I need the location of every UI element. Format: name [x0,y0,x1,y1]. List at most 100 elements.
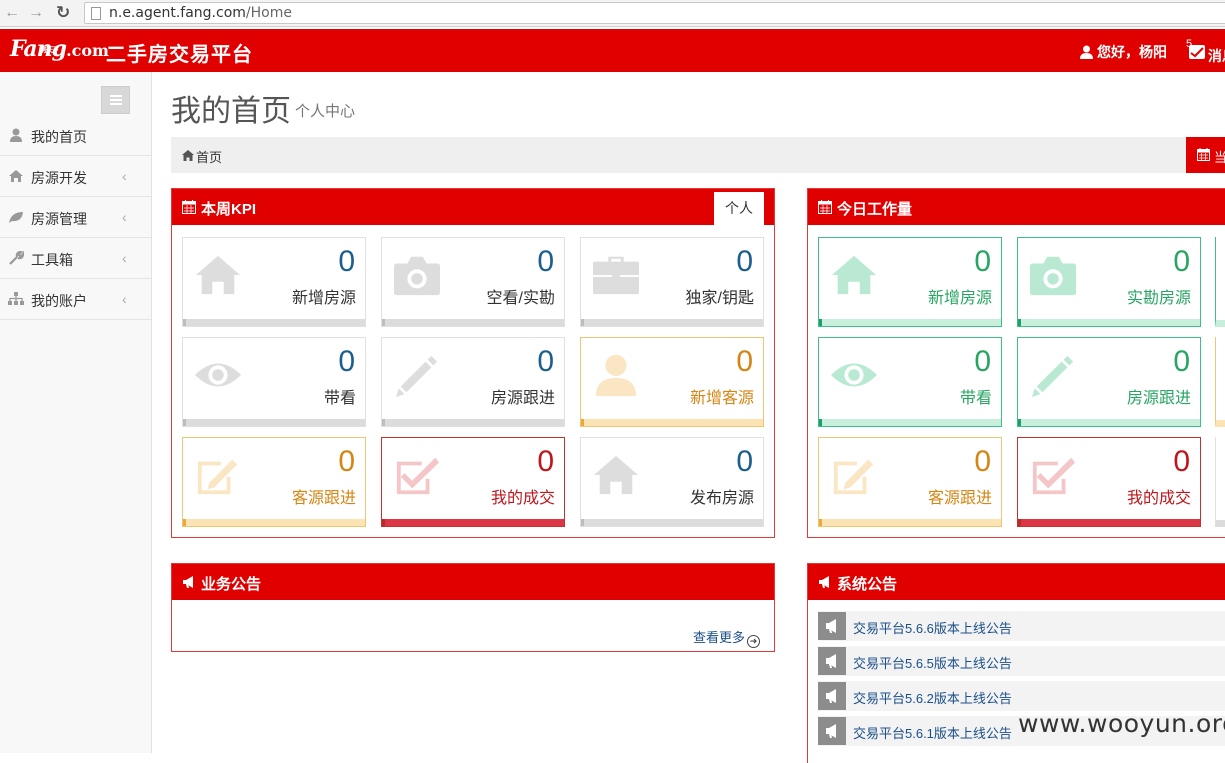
home-icon [195,255,241,295]
tile-label: 房源跟进 [1126,390,1191,407]
kpi-tile[interactable]: 0 我的成交 [381,437,565,527]
today-workload-panel: 今日工作量 0 新增房源 0 实勘房源 0 带看 0 房源跟进 0 客源跟进 0 我的成交 [807,188,1225,538]
notice-link[interactable]: 交易平台5.6.6版本上线公告 [853,618,1012,637]
kpi-tile[interactable]: 0 新增房源 [818,237,1002,327]
tile-progress-bar [819,419,1001,426]
tile-value: 0 [974,245,991,278]
tile-progress-bar [382,419,564,426]
page-title: 我的首页 [171,95,291,128]
home-icon [9,170,23,182]
sidebar-item-listing-management[interactable]: 房源管理 ‹ [0,197,151,238]
pencil-icon [395,355,438,398]
tile-label: 房源跟进 [490,390,555,407]
user-icon [1080,45,1093,59]
back-arrow-icon[interactable]: ← [4,3,20,23]
tile-label: 实勘房源 [1126,290,1191,307]
today-panel-header: 今日工作量 [808,189,1225,225]
kpi-tile[interactable]: 0 房源跟进 [1017,337,1201,427]
tile-label: 新增房源 [927,290,992,307]
notice-link[interactable]: 交易平台5.6.2版本上线公告 [853,688,1012,707]
home-icon [182,150,194,161]
tile-progress-bar [819,319,1001,326]
tile-label: 独家/钥匙 [685,290,754,307]
edit-icon [833,459,874,495]
kpi-tile[interactable]: 0 带看 [182,337,366,427]
today-panel-title: 今日工作量 [837,201,913,218]
leaf-icon [9,212,23,223]
tile-label: 新增客源 [689,390,754,407]
tile-label: 空看/实勘 [486,290,555,307]
message-icon [1189,45,1205,59]
address-bar[interactable]: n.e.agent.fang.com/Home [84,2,1225,24]
tile-progress-bar [382,519,564,526]
kpi-tile[interactable]: 0 空看/实勘 [381,237,565,327]
tile-value: 0 [974,345,991,378]
sidebar-item-label: 房源管理 [31,211,87,227]
reload-icon[interactable]: ↻ [56,3,70,23]
tab-personal[interactable]: 个人 [714,192,764,225]
megaphone-icon [183,576,193,588]
tile-value: 0 [974,445,991,478]
tile-value: 0 [537,245,554,278]
kpi-panel-header: 本周KPI 个人 [172,189,774,225]
system-notice-header: 系统公告 [808,564,1225,600]
eye-icon [831,363,877,387]
system-notice-title: 系统公告 [837,576,898,593]
tile-label: 发布房源 [689,490,754,507]
tile-value: 0 [1173,245,1190,278]
tile-value: 0 [537,445,554,478]
tile-progress-bar [1018,419,1200,426]
kpi-tile[interactable]: 0 我的成交 [1017,437,1201,527]
chevron-left-icon: ‹ [122,291,127,307]
forward-arrow-icon[interactable]: → [28,3,44,23]
briefcase-icon [593,256,639,295]
calendar-icon [1197,148,1210,161]
kpi-panel: 本周KPI 个人 0 新增房源 0 空看/实勘 0 独家/钥匙 0 带看 0 房源跟进 0 新增客源 0… [171,188,775,538]
business-notice-header: 业务公告 [172,564,774,600]
kpi-tile[interactable]: 0 新增客源 [580,337,764,427]
tile-label: 带看 [959,390,992,407]
top-header: Fang.com 房天下 二手房交易平台 您好，杨阳 5 消息 [0,29,1225,72]
sidebar-item-home[interactable]: 我的首页 [0,115,151,156]
wrench-icon [9,251,24,265]
camera-icon [1030,256,1076,296]
tile-progress-bar [183,319,365,326]
kpi-panel-title: 本周KPI [201,201,257,218]
kpi-tile[interactable]: 0 发布房源 [580,437,764,527]
view-more-link[interactable]: 查看更多 ➜ [693,627,760,648]
sidebar-item-toolbox[interactable]: 工具箱 ‹ [0,238,151,279]
notice-item[interactable]: 交易平台5.6.5版本上线公告 [818,646,1225,676]
megaphone-icon [818,682,846,710]
tile-label: 客源跟进 [927,490,992,507]
chevron-left-icon: ‹ [122,209,127,225]
sitemap-icon [8,292,24,305]
tile-label: 我的成交 [490,490,555,507]
calendar-icon [182,200,196,214]
user-greeting[interactable]: 您好，杨阳 [1080,42,1167,62]
check-icon [396,457,440,495]
kpi-tile[interactable]: 0 客源跟进 [818,437,1002,527]
date-button[interactable]: 当 [1186,137,1225,173]
notice-item[interactable]: 交易平台5.6.2版本上线公告 [818,681,1225,711]
kpi-tile[interactable]: 0 实勘房源 [1017,237,1201,327]
kpi-tile[interactable]: 0 带看 [818,337,1002,427]
tile-progress-bar [183,519,365,526]
breadcrumb-home-link[interactable]: 首页 [196,147,222,166]
calendar-icon [818,200,832,214]
page-icon [91,7,101,20]
sidebar-item-my-account[interactable]: 我的账户 ‹ [0,279,151,320]
kpi-tile[interactable]: 0 新增房源 [182,237,366,327]
kpi-tile[interactable]: 0 客源跟进 [182,437,366,527]
tile-value: 0 [736,445,753,478]
notice-link[interactable]: 交易平台5.6.5版本上线公告 [853,653,1012,672]
tile-value: 0 [1173,445,1190,478]
kpi-tile[interactable]: 0 房源跟进 [381,337,565,427]
kpi-tile[interactable]: 0 独家/钥匙 [580,237,764,327]
notice-item[interactable]: 交易平台5.6.6版本上线公告 [818,611,1225,641]
megaphone-icon [818,647,846,675]
sidebar-item-listing-development[interactable]: 房源开发 ‹ [0,156,151,197]
fang-logo[interactable]: Fang.com 房天下 [10,36,109,62]
notice-link[interactable]: 交易平台5.6.1版本上线公告 [853,723,1012,742]
sidebar-toggle-button[interactable] [101,86,130,114]
chevron-left-icon: ‹ [122,250,127,266]
